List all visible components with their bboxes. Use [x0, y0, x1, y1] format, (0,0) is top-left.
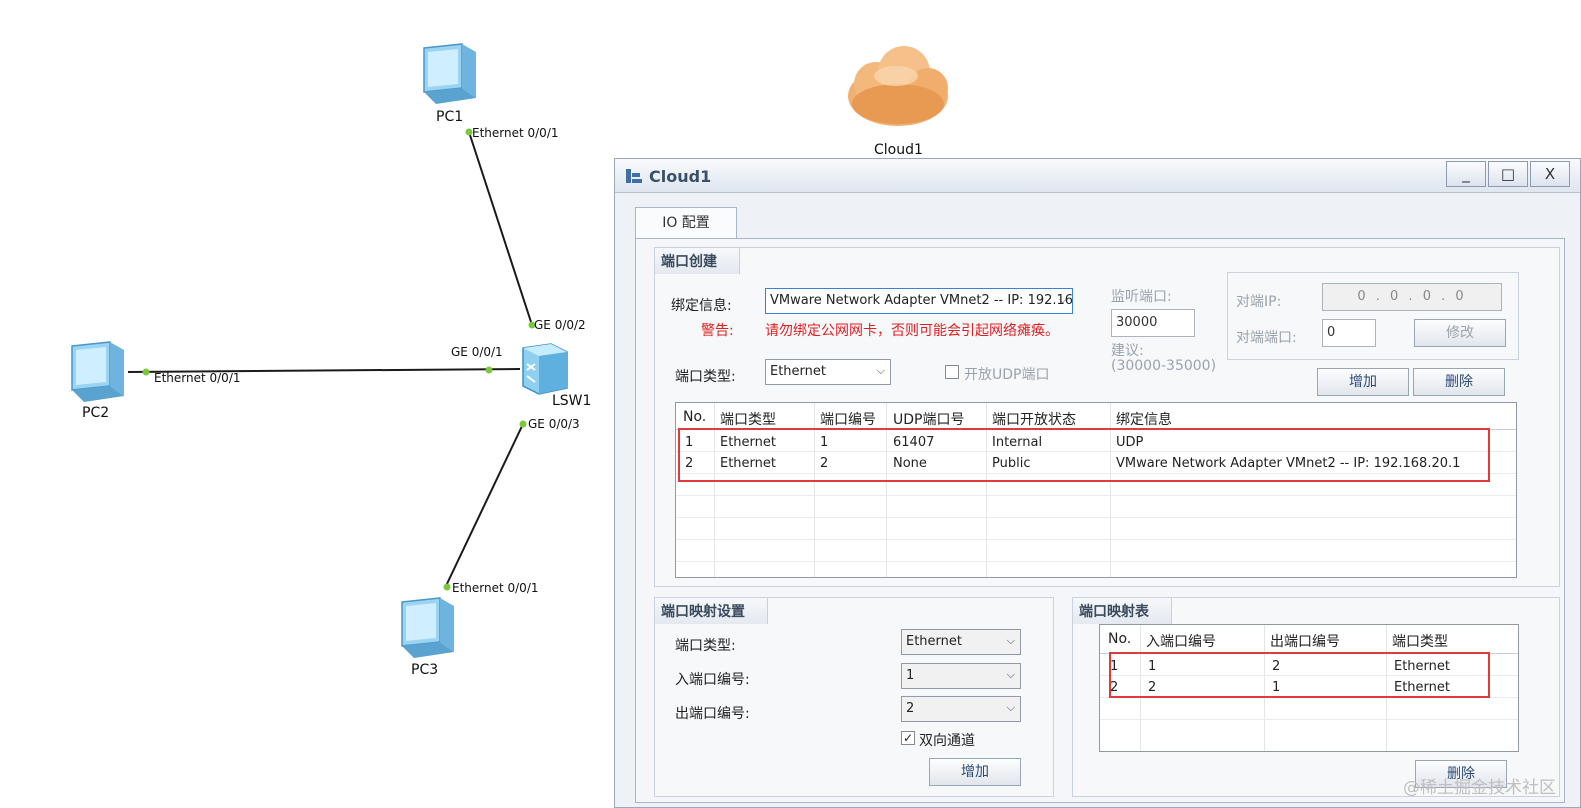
chevron-down-icon: ⌵	[1006, 634, 1015, 647]
listen-port-input[interactable]: 30000	[1111, 309, 1195, 337]
col-header[interactable]: 端口开放状态	[992, 409, 1076, 429]
map-type-value: Ethernet	[906, 634, 962, 649]
link-pc1-lsw1[interactable]	[468, 131, 533, 326]
close-button[interactable]: X	[1530, 161, 1570, 187]
peer-port-label: 对端端口:	[1236, 330, 1297, 346]
open-udp-label: 开放UDP端口	[964, 367, 1050, 383]
col-header[interactable]: 入端口编号	[1146, 631, 1216, 651]
col-header[interactable]: UDP端口号	[893, 409, 964, 429]
port-create-group: 端口创建 绑定信息: VMware Network Adapter VMnet2…	[654, 247, 1560, 587]
chevron-down-icon: ⌵	[1058, 293, 1067, 306]
udp-peer-box: 对端IP: 0 . 0 . 0 . 0 对端端口: 0 修改	[1227, 272, 1519, 360]
port-dot	[485, 366, 493, 374]
switch-label: LSW1	[552, 393, 592, 409]
add-port-button[interactable]: 增加	[1317, 368, 1409, 396]
pc3-label: PC3	[411, 662, 439, 678]
port-create-title: 端口创建	[655, 248, 740, 274]
bidirectional-checkbox[interactable]: ✓	[901, 731, 915, 745]
chevron-down-icon: ⌵	[1006, 668, 1015, 681]
peer-port-input[interactable]: 0	[1322, 319, 1376, 347]
out-port-value: 2	[906, 701, 915, 716]
bind-info-select[interactable]: VMware Network Adapter VMnet2 -- IP: 192…	[765, 288, 1073, 314]
port-dot	[443, 583, 451, 591]
window-titlebar[interactable]: Cloud1 _ □ X	[615, 159, 1580, 193]
watermark: @稀土掘金技术社区	[1403, 778, 1556, 798]
warning-text: 请勿绑定公网网卡，否则可能会引起网络瘫痪。	[765, 323, 1059, 339]
in-port-value: 1	[906, 668, 915, 683]
suggest-range: (30000-35000)	[1111, 358, 1217, 374]
cloud1-config-window: Cloud1 _ □ X IO 配置 端口创建 绑定信息: VMware Net…	[614, 158, 1581, 808]
tab-io-config[interactable]: IO 配置	[635, 207, 737, 239]
maximize-button[interactable]: □	[1488, 161, 1528, 187]
port-label-pc1-eth: Ethernet 0/0/1	[472, 126, 559, 140]
window-title: Cloud1	[649, 167, 712, 186]
port-label-ge1: GE 0/0/1	[451, 345, 503, 359]
col-header[interactable]: 端口类型	[720, 409, 776, 429]
minimize-button[interactable]: _	[1446, 161, 1486, 187]
bidirectional-label: 双向通道	[919, 733, 975, 749]
port-type-value: Ethernet	[770, 364, 826, 379]
pc1-icon[interactable]	[423, 43, 476, 104]
highlight-mapping-rows	[1109, 652, 1490, 698]
highlight-port-rows	[678, 428, 1490, 482]
col-header[interactable]: 出端口编号	[1270, 631, 1340, 651]
cloud-icon[interactable]	[848, 46, 948, 126]
warning-label: 警告:	[701, 323, 734, 339]
map-type-label: 端口类型:	[675, 638, 736, 654]
bind-info-label: 绑定信息:	[671, 298, 732, 314]
listen-port-label: 监听端口:	[1111, 289, 1172, 305]
port-dot	[142, 368, 150, 376]
map-type-select[interactable]: Ethernet ⌵	[901, 629, 1021, 655]
suggest-label: 建议:	[1111, 343, 1144, 359]
pc3-icon[interactable]	[401, 597, 454, 658]
delete-port-button[interactable]: 删除	[1413, 368, 1505, 396]
open-udp-checkbox[interactable]	[945, 365, 959, 379]
col-header[interactable]: 端口类型	[1392, 631, 1448, 651]
pc2-icon[interactable]	[71, 341, 124, 402]
pc2-label: PC2	[82, 405, 110, 421]
out-port-select[interactable]: 2 ⌵	[901, 696, 1021, 722]
io-config-panel: 端口创建 绑定信息: VMware Network Adapter VMnet2…	[635, 238, 1565, 803]
port-label-ge2: GE 0/0/2	[534, 318, 586, 332]
col-header[interactable]: No.	[683, 409, 706, 425]
port-map-settings-group: 端口映射设置 端口类型: Ethernet ⌵ 入端口编号: 1 ⌵ 出端口编号…	[654, 597, 1054, 797]
pc1-label: PC1	[436, 109, 464, 125]
peer-ip-input[interactable]: 0 . 0 . 0 . 0	[1322, 283, 1502, 311]
bind-info-value: VMware Network Adapter VMnet2 -- IP: 192…	[770, 293, 1073, 308]
add-mapping-button[interactable]: 增加	[929, 758, 1021, 786]
modify-button[interactable]: 修改	[1414, 319, 1506, 347]
port-type-select[interactable]: Ethernet ⌵	[765, 359, 891, 385]
port-label-ge3: GE 0/0/3	[528, 417, 580, 431]
port-label-pc2-eth: Ethernet 0/0/1	[154, 371, 241, 385]
port-type-label: 端口类型:	[675, 369, 736, 385]
cloud-app-icon	[626, 169, 642, 183]
out-port-label: 出端口编号:	[675, 706, 750, 722]
port-label-pc3-eth: Ethernet 0/0/1	[452, 581, 539, 595]
chevron-down-icon: ⌵	[876, 364, 885, 377]
cloud-label: Cloud1	[874, 142, 923, 158]
peer-ip-label: 对端IP:	[1236, 294, 1282, 310]
switch-icon[interactable]	[522, 343, 568, 395]
col-header[interactable]: No.	[1108, 631, 1131, 647]
in-port-label: 入端口编号:	[675, 672, 750, 688]
port-dot	[519, 420, 527, 428]
in-port-select[interactable]: 1 ⌵	[901, 663, 1021, 689]
col-header[interactable]: 端口编号	[820, 409, 876, 429]
port-map-table-title: 端口映射表	[1073, 598, 1172, 624]
link-pc3-lsw1[interactable]	[444, 423, 524, 589]
port-map-settings-title: 端口映射设置	[655, 598, 768, 624]
chevron-down-icon: ⌵	[1006, 701, 1015, 714]
col-header[interactable]: 绑定信息	[1116, 409, 1172, 429]
